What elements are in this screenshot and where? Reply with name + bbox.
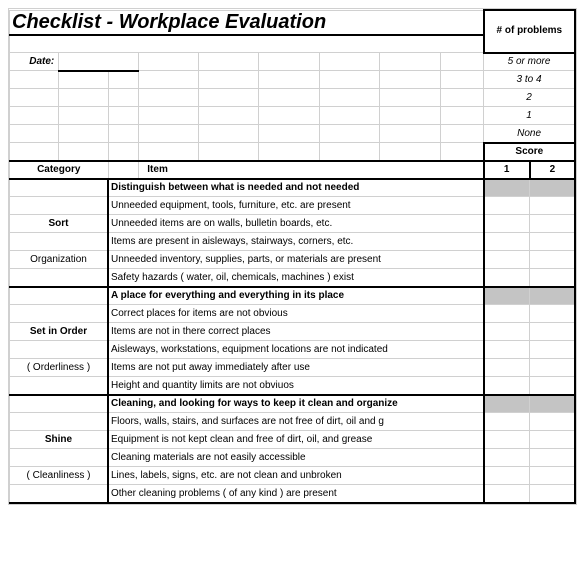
category-sub-0: Organization [10, 251, 109, 269]
score-cell[interactable] [530, 287, 575, 305]
item-cell: Equipment is not kept clean and free of … [108, 431, 484, 449]
item-cell: Items are present in aisleways, stairway… [108, 233, 484, 251]
score-cell[interactable] [484, 215, 530, 233]
score-cell[interactable] [484, 431, 530, 449]
score-cell[interactable] [484, 395, 530, 413]
item-cell: Unneeded inventory, supplies, parts, or … [108, 251, 484, 269]
score-cell[interactable] [530, 449, 575, 467]
score-cell[interactable] [484, 269, 530, 287]
score-label: Score [484, 143, 575, 161]
problems-level-0: 5 or more [484, 53, 575, 71]
date-input[interactable] [59, 53, 139, 71]
evaluation-table: Checklist - Workplace Evaluation # of pr… [9, 9, 576, 504]
score-cell[interactable] [530, 467, 575, 485]
col-category: Category [10, 161, 109, 179]
item-cell: Unneeded items are on walls, bulletin bo… [108, 215, 484, 233]
category-main-2: Shine [10, 431, 109, 449]
item-cell: Unneeded equipment, tools, furniture, et… [108, 197, 484, 215]
section-heading-1: A place for everything and everything in… [108, 287, 484, 305]
col-score2: 2 [530, 161, 575, 179]
score-cell[interactable] [484, 377, 530, 395]
score-cell[interactable] [530, 251, 575, 269]
score-cell[interactable] [530, 431, 575, 449]
col-score1: 1 [484, 161, 530, 179]
spacer [10, 35, 484, 53]
score-cell[interactable] [530, 341, 575, 359]
score-cell[interactable] [484, 485, 530, 503]
item-cell: Aisleways, workstations, equipment locat… [108, 341, 484, 359]
score-cell[interactable] [484, 359, 530, 377]
score-cell[interactable] [484, 251, 530, 269]
section-heading-2: Cleaning, and looking for ways to keep i… [108, 395, 484, 413]
section-heading-0: Distinguish between what is needed and n… [108, 179, 484, 197]
page-title: Checklist - Workplace Evaluation [10, 10, 484, 35]
problems-level-3: 1 [484, 107, 575, 125]
item-cell: Height and quantity limits are not obviu… [108, 377, 484, 395]
category-main-0: Sort [10, 215, 109, 233]
score-cell[interactable] [530, 179, 575, 197]
score-cell[interactable] [530, 323, 575, 341]
category-sub-1: ( Orderliness ) [10, 359, 109, 377]
score-cell[interactable] [530, 413, 575, 431]
score-cell[interactable] [530, 359, 575, 377]
score-cell[interactable] [484, 323, 530, 341]
score-cell[interactable] [530, 197, 575, 215]
col-spacer [108, 161, 139, 179]
score-cell[interactable] [484, 179, 530, 197]
score-cell[interactable] [484, 305, 530, 323]
score-cell[interactable] [484, 467, 530, 485]
score-cell[interactable] [530, 485, 575, 503]
item-cell: Floors, walls, stairs, and surfaces are … [108, 413, 484, 431]
score-cell[interactable] [530, 269, 575, 287]
item-cell: Other cleaning problems ( of any kind ) … [108, 485, 484, 503]
item-cell: Cleaning materials are not easily access… [108, 449, 484, 467]
score-cell[interactable] [484, 341, 530, 359]
col-item: Item [139, 161, 484, 179]
score-cell[interactable] [530, 395, 575, 413]
score-cell[interactable] [484, 197, 530, 215]
score-cell[interactable] [530, 377, 575, 395]
score-cell[interactable] [530, 233, 575, 251]
item-cell: Lines, labels, signs, etc. are not clean… [108, 467, 484, 485]
item-cell: Items are not put away immediately after… [108, 359, 484, 377]
score-cell[interactable] [484, 233, 530, 251]
category-sub-2: ( Cleanliness ) [10, 467, 109, 485]
item-cell: Safety hazards ( water, oil, chemicals, … [108, 269, 484, 287]
item-cell: Items are not in there correct places [108, 323, 484, 341]
category-main-1: Set in Order [10, 323, 109, 341]
date-label: Date: [10, 53, 59, 71]
item-cell: Correct places for items are not obvious [108, 305, 484, 323]
spreadsheet-wrap: Checklist - Workplace Evaluation # of pr… [8, 8, 577, 505]
problems-header: # of problems [484, 10, 575, 53]
problems-level-1: 3 to 4 [484, 71, 575, 89]
score-cell[interactable] [484, 287, 530, 305]
score-cell[interactable] [484, 449, 530, 467]
problems-level-4: None [484, 125, 575, 143]
score-cell[interactable] [530, 305, 575, 323]
score-cell[interactable] [530, 215, 575, 233]
problems-level-2: 2 [484, 89, 575, 107]
score-cell[interactable] [484, 413, 530, 431]
